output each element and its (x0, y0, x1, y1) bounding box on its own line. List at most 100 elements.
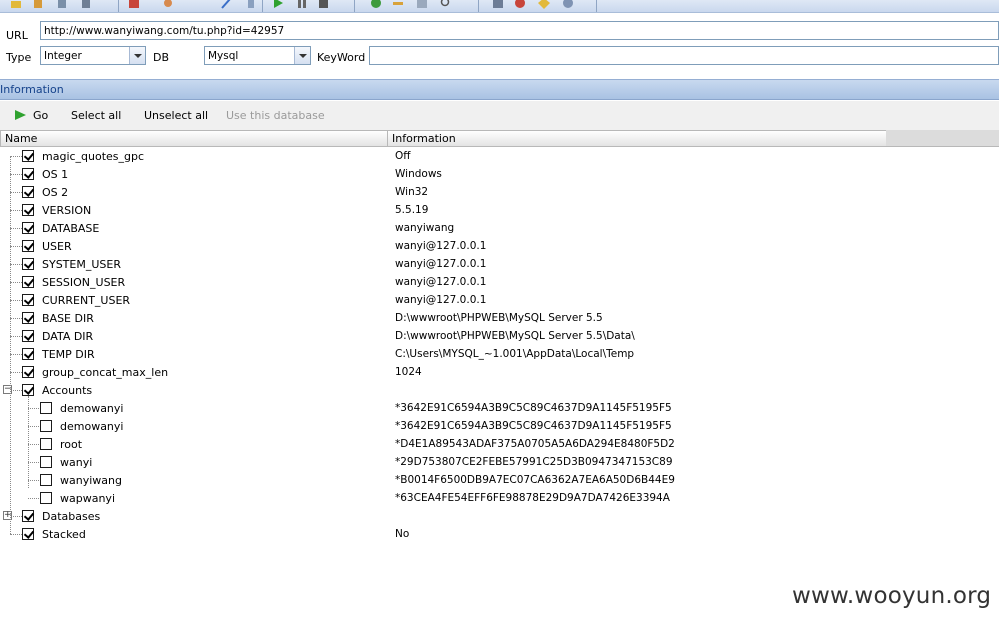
row-checkbox[interactable] (22, 384, 34, 396)
search-icon[interactable] (440, 0, 452, 9)
row-checkbox[interactable] (22, 276, 34, 288)
tree-row[interactable]: group_concat_max_len 1024 (0, 364, 999, 382)
row-checkbox[interactable] (40, 402, 52, 414)
chart-icon[interactable] (80, 0, 92, 9)
row-value: *D4E1A89543ADAF375A0705A5A6DA294E8480F5D… (395, 438, 675, 450)
tree-row[interactable]: demowanyi *3642E91C6594A3B9C5C89C4637D9A1… (0, 418, 999, 436)
column-header-information[interactable]: Information (387, 130, 887, 147)
tree-row[interactable]: OS 1 Windows (0, 166, 999, 184)
row-checkbox[interactable] (40, 420, 52, 432)
type-select[interactable]: Integer (40, 46, 146, 65)
row-checkbox[interactable] (22, 150, 34, 162)
palette-icon[interactable] (128, 0, 140, 9)
keyword-input[interactable] (369, 46, 999, 65)
refresh-icon[interactable] (416, 0, 428, 9)
tree-connector (28, 480, 39, 481)
tree-row[interactable]: wanyi *29D753807CE2FEBE57991C25D3B0947347… (0, 454, 999, 472)
play-icon[interactable] (245, 0, 257, 9)
tree-row[interactable]: wanyiwang *B0014F6500DB9A7EC07CA6362A7EA6… (0, 472, 999, 490)
row-checkbox[interactable] (40, 474, 52, 486)
keyword-label: KeyWord (317, 51, 366, 64)
row-checkbox[interactable] (22, 294, 34, 306)
pen-icon[interactable] (162, 0, 174, 9)
tree-row[interactable]: CURRENT_USER wanyi@127.0.0.1 (0, 292, 999, 310)
burn-icon[interactable] (514, 0, 526, 9)
tree-connector (28, 462, 39, 463)
row-checkbox[interactable] (40, 492, 52, 504)
tree-row[interactable]: TEMP DIR C:\Users\MYSQL_~1.001\AppData\Lo… (0, 346, 999, 364)
tree-row[interactable]: wapwanyi *63CEA4FE54EFF6FE98878E29D9A7DA7… (0, 490, 999, 508)
tree-row[interactable]: demowanyi *3642E91C6594A3B9C5C89C4637D9A1… (0, 400, 999, 418)
row-checkbox[interactable] (22, 186, 34, 198)
row-value: *B0014F6500DB9A7EC07CA6362A7EA6A50D6B44E… (395, 474, 675, 486)
row-value: wanyi@127.0.0.1 (395, 240, 487, 252)
paste-icon[interactable] (32, 0, 44, 9)
db-select[interactable]: Mysql (204, 46, 311, 65)
tree-row[interactable]: USER wanyi@127.0.0.1 (0, 238, 999, 256)
tree-row[interactable]: − Accounts (0, 382, 999, 400)
row-checkbox[interactable] (22, 366, 34, 378)
column-header-name[interactable]: Name (0, 130, 388, 147)
tree-row[interactable]: DATABASE wanyiwang (0, 220, 999, 238)
row-name: Databases (42, 510, 101, 523)
row-checkbox[interactable] (40, 438, 52, 450)
help-icon[interactable] (562, 0, 574, 9)
tree-row[interactable]: + Databases (0, 508, 999, 526)
row-value: C:\Users\MYSQL_~1.001\AppData\Local\Temp (395, 348, 635, 360)
unselect-all-button[interactable]: Unselect all (144, 109, 208, 122)
row-name: demowanyi (60, 402, 124, 415)
row-checkbox[interactable] (22, 204, 34, 216)
toolbar-separator (596, 0, 597, 12)
row-checkbox[interactable] (22, 258, 34, 270)
tree-row[interactable]: BASE DIR D:\wwwroot\PHPWEB\MySQL Server 5… (0, 310, 999, 328)
row-checkbox[interactable] (40, 456, 52, 468)
information-panel-header: Information (0, 79, 999, 100)
tree-row[interactable]: magic_quotes_gpc Off (0, 148, 999, 166)
url-input[interactable] (40, 21, 999, 40)
tree-row[interactable]: OS 2 Win32 (0, 184, 999, 202)
open-icon[interactable] (10, 0, 22, 9)
row-value: No (395, 528, 410, 540)
row-checkbox[interactable] (22, 510, 34, 522)
row-checkbox[interactable] (22, 168, 34, 180)
tree-connector (10, 264, 22, 265)
tree-row[interactable]: DATA DIR D:\wwwroot\PHPWEB\MySQL Server 5… (0, 328, 999, 346)
tree-row[interactable]: SESSION_USER wanyi@127.0.0.1 (0, 274, 999, 292)
play-icon[interactable] (15, 110, 26, 120)
bug-icon[interactable] (220, 0, 232, 9)
info-icon[interactable] (370, 0, 382, 9)
run-icon[interactable] (272, 0, 284, 9)
row-value: wanyi@127.0.0.1 (395, 258, 487, 270)
row-checkbox[interactable] (22, 240, 34, 252)
type-select-value: Integer (44, 50, 82, 62)
row-value: wanyiwang (395, 222, 455, 234)
pause-icon[interactable] (296, 0, 308, 9)
star-icon[interactable] (538, 0, 550, 9)
settings-icon[interactable] (56, 0, 68, 9)
tree-row[interactable]: Stacked No (0, 526, 999, 544)
tree-row[interactable]: root *D4E1A89543ADAF375A0705A5A6DA294E848… (0, 436, 999, 454)
row-name: Stacked (42, 528, 86, 541)
row-name: magic_quotes_gpc (42, 150, 145, 163)
save-icon[interactable] (492, 0, 504, 9)
chevron-down-icon[interactable] (294, 47, 310, 64)
row-checkbox[interactable] (22, 528, 34, 540)
row-checkbox[interactable] (22, 330, 34, 342)
row-checkbox[interactable] (22, 222, 34, 234)
tree-row[interactable]: SYSTEM_USER wanyi@127.0.0.1 (0, 256, 999, 274)
tree-row[interactable]: VERSION 5.5.19 (0, 202, 999, 220)
tree-connector (10, 246, 22, 247)
row-checkbox[interactable] (22, 348, 34, 360)
toolbar (0, 0, 999, 13)
row-checkbox[interactable] (22, 312, 34, 324)
stop-icon[interactable] (318, 0, 330, 9)
use-database-button[interactable]: Use this database (226, 109, 325, 122)
select-all-button[interactable]: Select all (71, 109, 121, 122)
go-button[interactable]: Go (33, 109, 48, 122)
row-name: demowanyi (60, 420, 124, 433)
key-icon[interactable] (392, 0, 404, 9)
chevron-down-icon[interactable] (129, 47, 145, 64)
row-value: Windows (395, 168, 442, 180)
tree-connector (10, 156, 22, 157)
action-bar: Go Select all Unselect all Use this data… (0, 101, 999, 130)
